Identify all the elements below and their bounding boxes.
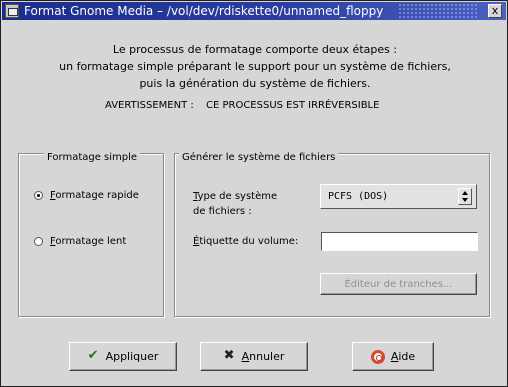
x-icon <box>224 348 236 363</box>
slice-editor-button[interactable]: Éditeur de tranches... <box>320 273 477 295</box>
apply-button-label: Appliquer <box>105 350 159 363</box>
format-dialog-window: Format Gnome Media – /vol/dev/rdiskette0… <box>0 0 508 387</box>
close-button[interactable]: x <box>488 4 502 18</box>
filesystem-type-label: Type de système de fichiers : <box>193 191 278 217</box>
intro-line-1: Le processus de formatage comporte deux … <box>112 43 398 56</box>
warning-text: CE PROCESSUS EST IRRÉVERSIBLE <box>206 100 380 111</box>
simple-format-title: Formatage simple <box>44 152 141 163</box>
cancel-button-label: Annuler <box>241 350 285 363</box>
volume-label-input[interactable] <box>321 232 478 251</box>
radio-slow-format[interactable]: Formatage lent <box>34 236 126 247</box>
radio-quick-format[interactable]: Formatage rapide <box>34 190 139 201</box>
radio-quick-format-label: Formatage rapide <box>50 190 139 201</box>
apply-button[interactable]: Appliquer <box>69 342 177 371</box>
title-bar[interactable]: Format Gnome Media – /vol/dev/rdiskette0… <box>2 2 506 20</box>
radio-button-checked[interactable] <box>34 191 43 200</box>
cancel-button[interactable]: Annuler <box>200 342 308 371</box>
lifebuoy-icon <box>370 349 385 364</box>
intro-text: Le processus de formatage comporte deux … <box>1 41 508 92</box>
simple-format-frame <box>18 153 164 317</box>
intro-line-3: puis la génération du système de fichier… <box>139 77 371 90</box>
warning-label: AVERTISSEMENT : <box>105 100 194 111</box>
radio-button-unchecked[interactable] <box>34 237 43 246</box>
help-button[interactable]: Aide <box>352 342 434 371</box>
filesystem-type-select[interactable]: PCFS (DOS) <box>320 184 477 209</box>
up-down-arrows-icon[interactable] <box>458 188 472 205</box>
radio-slow-format-label: Formatage lent <box>50 236 127 247</box>
check-icon <box>88 348 100 363</box>
help-button-label: Aide <box>390 350 416 363</box>
window-icon[interactable] <box>5 4 19 18</box>
filesystem-title: Générer le système de fichiers <box>179 152 339 163</box>
title-bar-pattern <box>398 3 478 19</box>
intro-line-2: un formatage simple préparant le support… <box>59 60 451 73</box>
filesystem-type-value: PCFS (DOS) <box>328 191 389 202</box>
volume-label-label: Étiquette du volume: <box>193 236 299 247</box>
window-title: Format Gnome Media – /vol/dev/rdiskette0… <box>24 4 384 18</box>
